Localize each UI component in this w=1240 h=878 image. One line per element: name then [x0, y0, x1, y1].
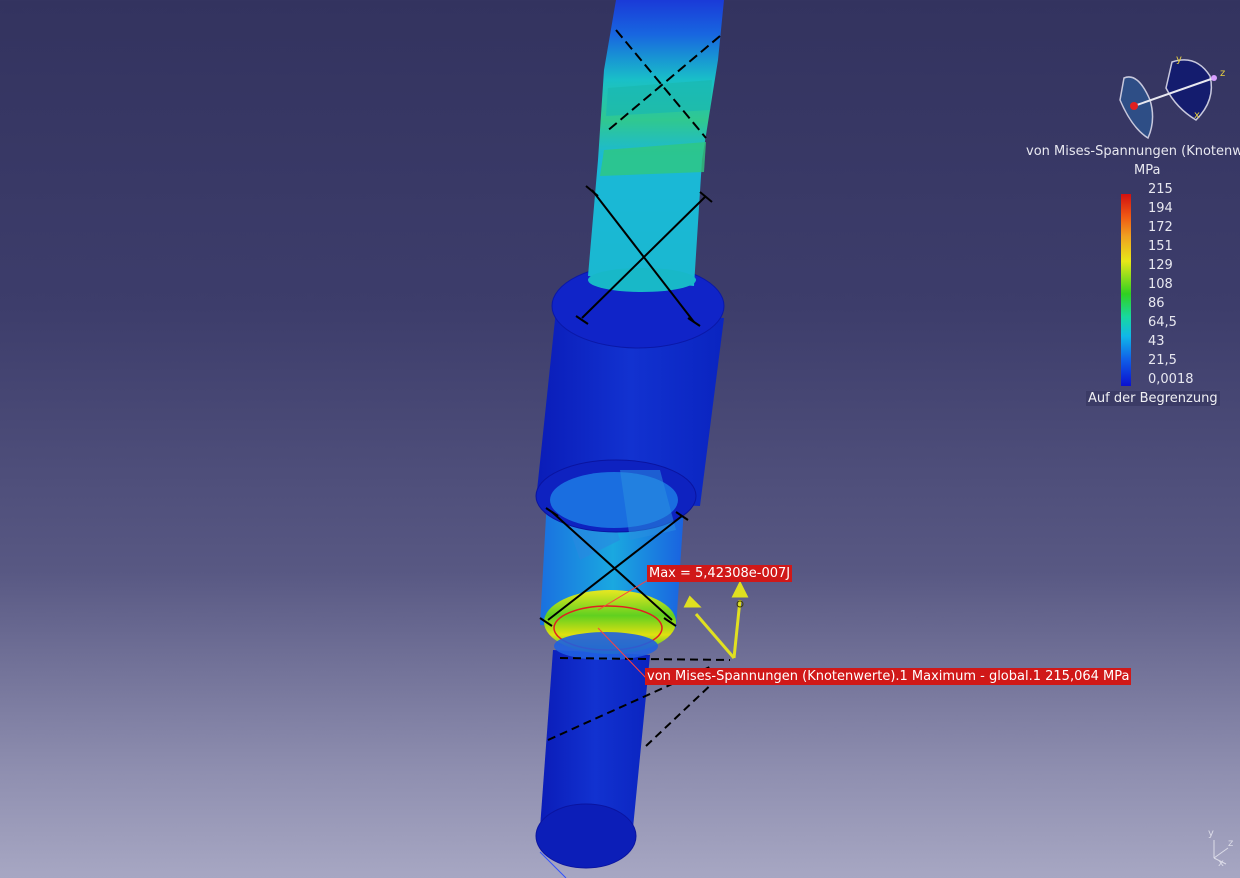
3d-viewport[interactable]: y z x y z x [0, 0, 1240, 878]
bearing-cylinder [535, 263, 725, 540]
legend-value: 108 [1148, 277, 1173, 292]
legend-value: 215 [1148, 182, 1173, 197]
compass-label-y: y [1176, 54, 1182, 65]
triad-label-z: z [1228, 838, 1233, 849]
color-legend[interactable]: von Mises-Spannungen (Knotenwerte MPa 21… [1000, 142, 1240, 412]
legend-footer: Auf der Begrenzung [1086, 391, 1220, 406]
legend-value: 194 [1148, 201, 1173, 216]
bottom-shaft [535, 650, 650, 878]
compass-right-plane [1165, 59, 1213, 121]
legend-value: 0,0018 [1148, 372, 1194, 387]
legend-unit: MPa [1134, 163, 1161, 178]
legend-value: 43 [1148, 334, 1165, 349]
load-arrows [683, 580, 749, 659]
legend-value: 151 [1148, 239, 1173, 254]
legend-value: 21,5 [1148, 353, 1177, 368]
compass-label-z: z [1220, 68, 1225, 79]
legend-color-bar [1121, 194, 1131, 386]
legend-value: 86 [1148, 296, 1165, 311]
compass-red-dot [1130, 102, 1138, 110]
compass-label-x: x [1194, 110, 1200, 121]
legend-value: 172 [1148, 220, 1173, 235]
max-energy-label[interactable]: Max = 5,42308e-007J [647, 565, 793, 582]
max-stress-label[interactable]: von Mises-Spannungen (Knotenwerte).1 Max… [645, 668, 1132, 685]
legend-value: 129 [1148, 258, 1173, 273]
legend-title: von Mises-Spannungen (Knotenwerte [1026, 144, 1240, 159]
triad-label-x: x [1218, 858, 1224, 869]
axis-triad: y z x [1208, 828, 1233, 869]
upper-shaft [588, 0, 724, 292]
compass-widget[interactable]: y z x [1119, 54, 1225, 140]
triad-label-y: y [1208, 828, 1214, 839]
legend-value: 64,5 [1148, 315, 1177, 330]
compass-end-dot [1211, 75, 1217, 81]
